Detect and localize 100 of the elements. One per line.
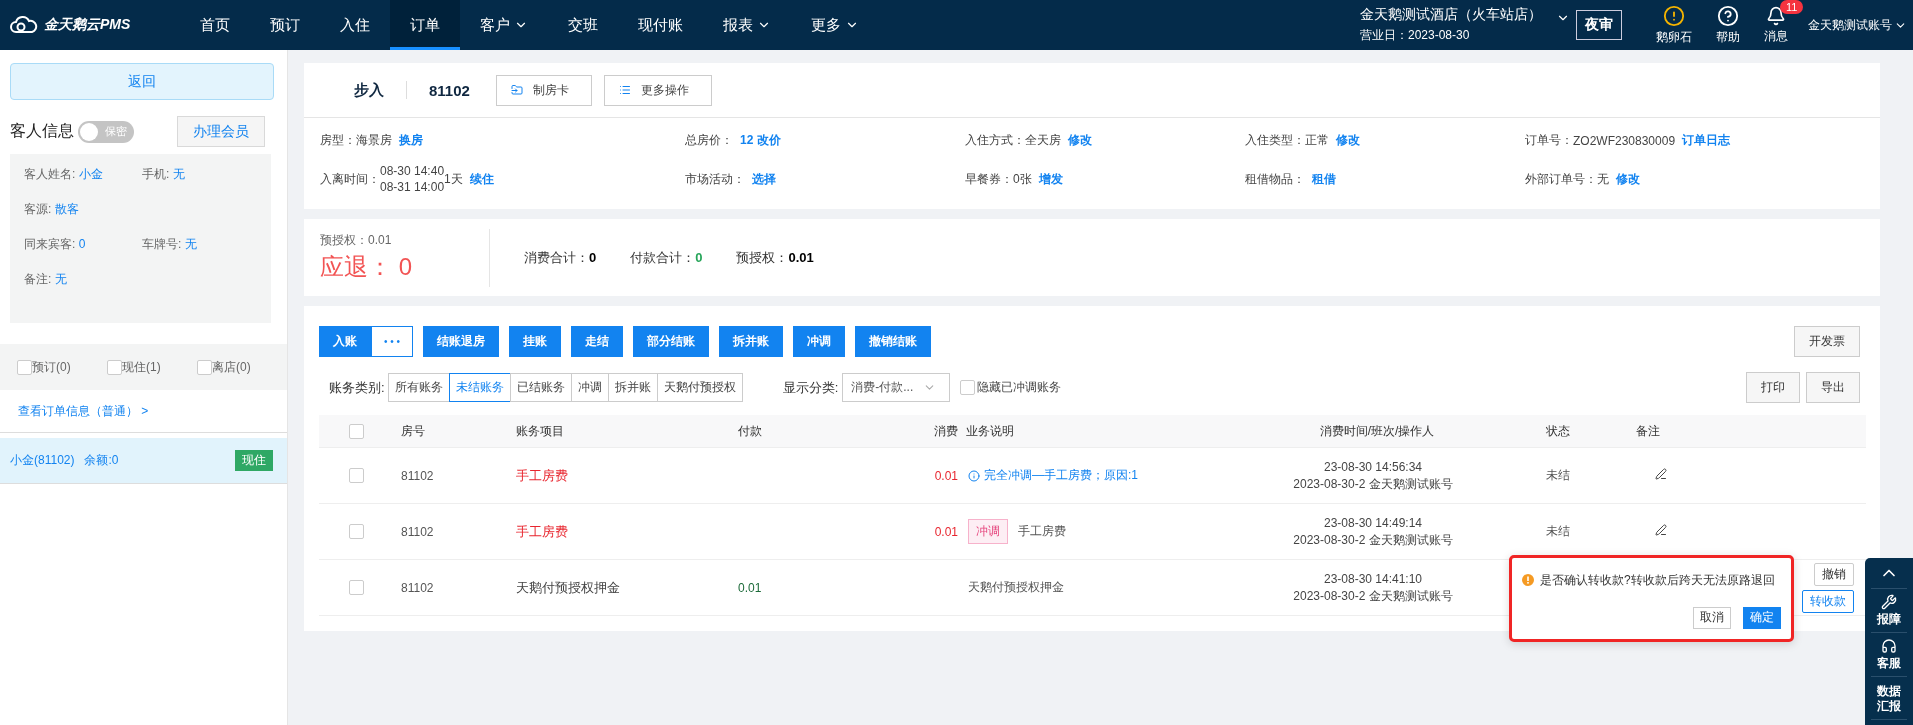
adjustment-link[interactable]: 完全冲调—手工房费；原因:1 [984, 467, 1138, 484]
field-label: 入离时间： [320, 170, 380, 188]
field-value: ZO2WF230830009 [1573, 133, 1676, 148]
nav-tab[interactable]: 报表 [703, 0, 791, 50]
category-tab[interactable]: 未结账务 [448, 373, 511, 402]
help-icon [1717, 4, 1739, 27]
ledger-action-button[interactable]: 走结 [571, 326, 623, 357]
info-icon [968, 469, 980, 482]
field-action-link[interactable]: 订单日志 [1682, 132, 1731, 149]
table-cell: 23-08-30 14:41:10 [1323, 570, 1423, 588]
tool-label: 鹅卵石 [1656, 28, 1692, 46]
guest-field: 客人姓名: 小金 [24, 166, 142, 183]
field-action-link[interactable]: 修改 [1068, 132, 1092, 149]
nav-tab[interactable]: 现付账 [618, 0, 703, 50]
warning-icon [1663, 4, 1685, 27]
status-checkbox[interactable]: 现住(1) [107, 358, 197, 376]
status-checkbox[interactable]: 离店(0) [197, 358, 287, 376]
sidebar-item[interactable]: 数据汇报 [1871, 677, 1907, 720]
row-action-button[interactable]: 撤销 [1814, 562, 1854, 586]
toolbar-tool[interactable]: 鹅卵石 [1644, 0, 1704, 50]
column-header: 状态 [1545, 422, 1571, 440]
field-action-link[interactable]: 租借 [1312, 170, 1336, 188]
post-charge-button[interactable]: 入账 [319, 326, 371, 357]
section-title: 客人信息 [10, 121, 74, 141]
nav-tab[interactable]: 首页 [180, 0, 250, 50]
category-tab[interactable]: 已结账务 [509, 373, 572, 402]
row-checkbox[interactable] [348, 524, 364, 539]
edit-icon[interactable] [1655, 468, 1667, 480]
folder-icon [510, 84, 523, 96]
back-button[interactable]: 返回 [10, 63, 274, 100]
order-info-link[interactable]: 查看订单信息（普通） > [0, 390, 287, 433]
nav-tab[interactable]: 客户 [460, 0, 548, 50]
column-header: 消费 [933, 422, 958, 440]
table-cell: 天鹅付预授权押金 [516, 579, 620, 595]
stay-dates: 08-30 14:40 08-31 14:00 [380, 163, 445, 195]
select-all-checkbox[interactable] [348, 423, 364, 439]
table-cell-text: 0.01 [737, 580, 763, 595]
ledger-action-button[interactable]: 部分结账 [633, 326, 709, 357]
hotel-name[interactable]: 金天鹅测试酒店（火车站店） [1360, 6, 1542, 24]
cancel-button[interactable]: 取消 [1693, 606, 1731, 629]
nav-tab[interactable]: 订单 [390, 0, 460, 50]
hide-checkbox[interactable]: 隐藏已冲调账务 [960, 379, 1062, 396]
refund-amount: 应退： 0 [320, 252, 414, 282]
warning-icon [1522, 574, 1534, 586]
table-cell: 23-08-30 14:49:14 [1323, 514, 1423, 532]
export-button[interactable]: 打印 [1746, 372, 1800, 403]
invoice-button[interactable]: 开发票 [1794, 326, 1860, 357]
nav-tab[interactable]: 交班 [548, 0, 618, 50]
table-cell-text: 81102 [400, 580, 435, 595]
table-cell-text: 81102 [400, 524, 435, 539]
ledger-action-button[interactable]: 拆并账 [719, 326, 783, 357]
export-button[interactable]: 导出 [1806, 372, 1860, 403]
sidebar-item[interactable]: 报障 [1871, 589, 1907, 633]
filter-label: 账务类别: [329, 378, 385, 397]
display-select[interactable]: 消费-付款... [842, 373, 951, 402]
table-cell: 23-08-30 14:56:34 [1323, 458, 1423, 476]
category-tab[interactable]: 天鹅付预授权 [656, 373, 743, 402]
status-checkbox[interactable]: 预订(0) [17, 358, 107, 376]
total-text: 预授权：0.01 [736, 248, 814, 267]
category-tab[interactable]: 冲调 [570, 373, 609, 402]
category-tab[interactable]: 所有账务 [387, 373, 450, 402]
ledger-action-button[interactable]: 撤销结账 [855, 326, 931, 357]
row-checkbox[interactable] [348, 580, 364, 595]
order-action-button[interactable]: 更多操作 [603, 74, 712, 106]
table-cell-text: 81102 [400, 468, 435, 483]
toolbar-tool[interactable]: 帮助 [1704, 0, 1752, 50]
nav-tab[interactable]: 更多 [791, 0, 879, 50]
row-action-button[interactable]: 转收款 [1802, 589, 1854, 613]
guest-field: 备注: 无 [24, 271, 142, 288]
field-value: 正常 [1305, 132, 1329, 149]
more-button[interactable]: • • • [371, 326, 413, 357]
guest-field: 手机: 无 [142, 166, 260, 183]
table-cell: 2023-08-30-2 金天鹅测试账号 [1293, 587, 1453, 605]
sidebar-item[interactable]: 客服 [1871, 633, 1907, 677]
category-tab[interactable]: 拆并账 [607, 373, 658, 402]
room-number: 81102 [429, 81, 470, 99]
ledger-action-button[interactable]: 冲调 [793, 326, 845, 357]
field-action-link[interactable]: 12 改价 [740, 132, 781, 149]
table-cell-text: 0.01 [933, 468, 958, 483]
preauth-text: 预授权：0.01 [320, 232, 393, 249]
table-cell-text: 未结 [1545, 523, 1571, 540]
row-checkbox[interactable] [348, 468, 364, 483]
field-action-link[interactable]: 修改 [1336, 132, 1360, 149]
table-cell-text: 0.01 [933, 524, 958, 539]
confirm-button[interactable]: 确定 [1743, 606, 1781, 629]
nav-tab[interactable]: 入住 [320, 0, 390, 50]
notification-badge: 11 [1780, 0, 1804, 14]
field-action-link[interactable]: 选择 [752, 170, 776, 188]
order-action-button[interactable]: 制房卡 [495, 74, 592, 106]
nav-tab[interactable]: 预订 [250, 0, 320, 50]
field-action-link[interactable]: 续住 [469, 170, 494, 188]
night-audit-button[interactable]: 夜审 [1576, 10, 1622, 40]
list-icon [618, 84, 631, 96]
field-action-link[interactable]: 修改 [1616, 170, 1640, 188]
ledger-action-button[interactable]: 结账退房 [423, 326, 499, 357]
ledger-action-button[interactable]: 挂账 [509, 326, 561, 357]
member-button[interactable]: 办理会员 [177, 116, 265, 147]
field-action-link[interactable]: 增发 [1038, 170, 1063, 188]
edit-icon[interactable] [1655, 524, 1667, 536]
field-action-link[interactable]: 换房 [399, 132, 423, 149]
